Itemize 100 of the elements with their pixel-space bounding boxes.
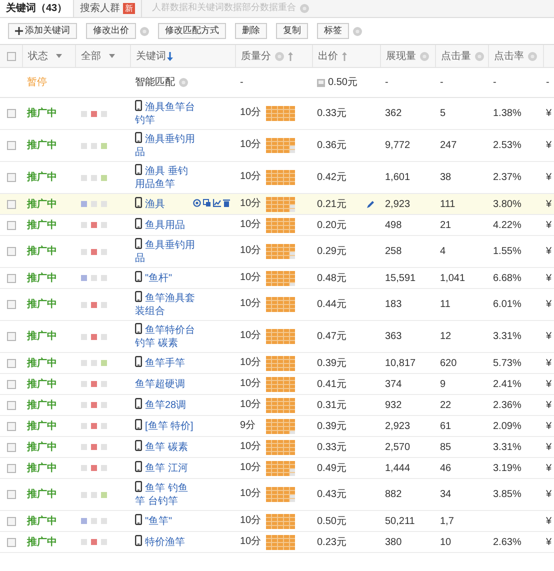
column-header[interactable]: 质量分 [241,48,271,64]
column-header[interactable]: 点击量 [441,48,471,64]
checkbox[interactable] [6,52,16,60]
table-row[interactable]: 推广中 鱼竿 钓鱼竿 台钓竿 10分 0.43元 882 34 3.85% ¥ [0,479,554,511]
help-icon[interactable] [420,52,429,60]
keyword-link[interactable]: 渔具 垂钓用品鱼竿 [135,164,197,191]
checkbox[interactable] [6,516,16,526]
table-row[interactable]: 推广中 鱼具用品 10分 0.20元 498 21 4.22% ¥ [0,215,554,236]
keyword-link[interactable]: 渔具 [135,197,193,211]
checkbox[interactable] [6,380,16,388]
keyword-link[interactable]: 特价渔竿 [135,535,197,549]
checkbox[interactable] [6,538,16,546]
toolbar-button[interactable]: 修改匹配方式 [158,23,226,39]
toolbar-button[interactable]: 复制 [276,23,308,39]
keyword-link[interactable]: 鱼具垂钓用品 [135,238,197,265]
status-text: 暂停 [27,77,47,88]
keyword-link[interactable]: 鱼竿特价台钓竿 碳素 [135,323,197,350]
checkbox[interactable] [6,247,16,256]
table-row[interactable]: 推广中 渔具鱼竿台钓竿 10分 0.33元 362 5 1.38% ¥ [0,98,554,130]
keyword-link[interactable]: "鱼竿" [135,514,197,528]
keyword-link[interactable]: 鱼竿 碳素 [135,440,197,454]
checkbox[interactable] [6,422,16,430]
table-row[interactable]: 推广中 [鱼竿 特价] 9分 0.39元 2,923 61 2.09% ¥ [0,416,554,437]
tab[interactable]: 关键词（43） [0,0,74,17]
table-row[interactable]: 推广中 鱼竿特价台钓竿 碳素 10分 0.47元 363 12 3.31% ¥ [0,321,554,353]
keyword-link[interactable]: [鱼竿 特价] [135,419,197,433]
table-row[interactable]: 推广中 渔具 垂钓用品鱼竿 10分 0.42元 1,601 38 2.37% ¥ [0,162,554,194]
keyword-link[interactable]: 鱼竿 江河 [135,461,197,475]
trash-icon[interactable] [223,199,230,207]
toolbar-button[interactable]: 标签 [317,23,349,39]
table-row[interactable]: 推广中 "鱼杆" 10分 0.48元 15,591 1,041 6.68% ¥ [0,268,554,289]
sort-icon[interactable] [288,52,293,60]
checkbox[interactable] [6,300,16,309]
help-icon[interactable] [300,4,310,12]
table-cell: 4 [440,246,446,257]
help-icon[interactable] [353,26,362,36]
pencil-icon[interactable] [367,200,375,208]
help-icon[interactable] [528,52,537,60]
checkbox[interactable] [6,220,16,230]
keyword-link[interactable]: 鱼竿超硬调 [135,378,197,390]
copy-icon[interactable] [203,199,211,207]
keyword-link[interactable]: 渔具垂钓用品 [135,132,197,159]
checkbox[interactable] [6,490,16,499]
help-icon[interactable] [140,26,149,36]
toolbar-button[interactable]: 修改出价 [86,23,136,39]
table-row[interactable]: 推广中 鱼竿渔具套装组合 10分 0.44元 183 11 6.01% ¥ [0,289,554,321]
checkbox[interactable] [6,358,16,368]
table-row[interactable]: 推广中 鱼竿28调 10分 0.31元 932 22 2.36% ¥ [0,395,554,416]
checkbox[interactable] [6,109,16,118]
column-header[interactable]: 出价 [318,48,338,64]
toolbar-button[interactable]: 添加关键词 [8,23,77,39]
checkbox[interactable] [6,274,16,282]
help-icon[interactable] [275,52,284,60]
keyword-link[interactable]: 渔具鱼竿台钓竿 [135,100,197,127]
table-row[interactable]: 推广中 鱼竿手竿 10分 0.39元 10,817 620 5.73% ¥ [0,353,554,374]
help-icon[interactable] [179,78,188,87]
arrow-down-icon[interactable] [167,52,173,60]
table-cell: 1,7 [440,516,454,526]
checkbox[interactable] [6,332,16,341]
table-row[interactable]: 推广中 "鱼竿" 10分 0.50元 50,211 1,7 ¥ [0,511,554,532]
column-header[interactable]: 点击率 [494,48,524,64]
table-cell: - [546,77,550,88]
table-row[interactable]: 推广中 鱼具垂钓用品 10分 0.29元 258 4 1.55% ¥ [0,236,554,268]
table-cell: ¥ [546,331,552,342]
checkbox[interactable] [6,400,16,410]
table-row[interactable]: 推广中 渔具 10分 0.21元 2,923 111 3.80% ¥ [0,194,554,215]
help-icon[interactable] [475,52,484,60]
sort-icon[interactable] [342,52,347,60]
table-row[interactable]: 推广中 鱼竿超硬调 10分 0.41元 374 9 2.41% ¥ [0,374,554,395]
quality-score: 10分 [240,106,260,119]
table-cell: 1,041 [440,272,466,284]
keyword-link[interactable]: "鱼杆" [135,271,197,285]
keyword-link[interactable]: 鱼竿手竿 [135,356,197,370]
keyword-link[interactable]: 鱼竿 钓鱼竿 台钓竿 [135,481,197,508]
checkbox[interactable] [6,141,16,150]
checkbox[interactable] [6,200,16,208]
toolbar-button[interactable]: 删除 [235,23,267,39]
caret-icon[interactable] [109,54,115,58]
keyword-link[interactable]: 鱼竿渔具套装组合 [135,291,197,318]
phone-icon [135,238,142,249]
table-row[interactable]: 推广中 鱼竿 碳素 10分 0.33元 2,570 85 3.31% ¥ [0,437,554,458]
caret-icon[interactable] [56,54,62,58]
chart-icon[interactable] [213,199,221,207]
table-row[interactable]: 推广中 特价渔竿 10分 0.23元 380 10 2.63% ¥ [0,532,554,553]
column-header[interactable]: 展现量 [386,48,416,64]
column-header[interactable]: 全部 [81,48,101,64]
table-row[interactable]: 推广中 渔具垂钓用品 10分 0.36元 9,772 247 2.53% ¥ [0,130,554,162]
bid-text: 0.39元 [317,420,346,432]
checkbox[interactable] [6,173,16,182]
table-row[interactable]: 推广中 鱼竿 江河 10分 0.49元 1,444 46 3.19% ¥ [0,458,554,479]
target-icon[interactable] [193,199,201,207]
checkbox[interactable] [6,464,16,472]
table-cell: 2,570 [385,442,410,452]
keyword-link[interactable]: 鱼具用品 [135,218,197,232]
quality-score: 10分 [240,514,260,526]
column-header[interactable]: 关键词 [136,48,166,64]
quality-score: 10分 [240,138,260,151]
keyword-link[interactable]: 鱼竿28调 [135,398,197,412]
column-header[interactable]: 状态 [28,48,48,64]
checkbox[interactable] [6,442,16,452]
